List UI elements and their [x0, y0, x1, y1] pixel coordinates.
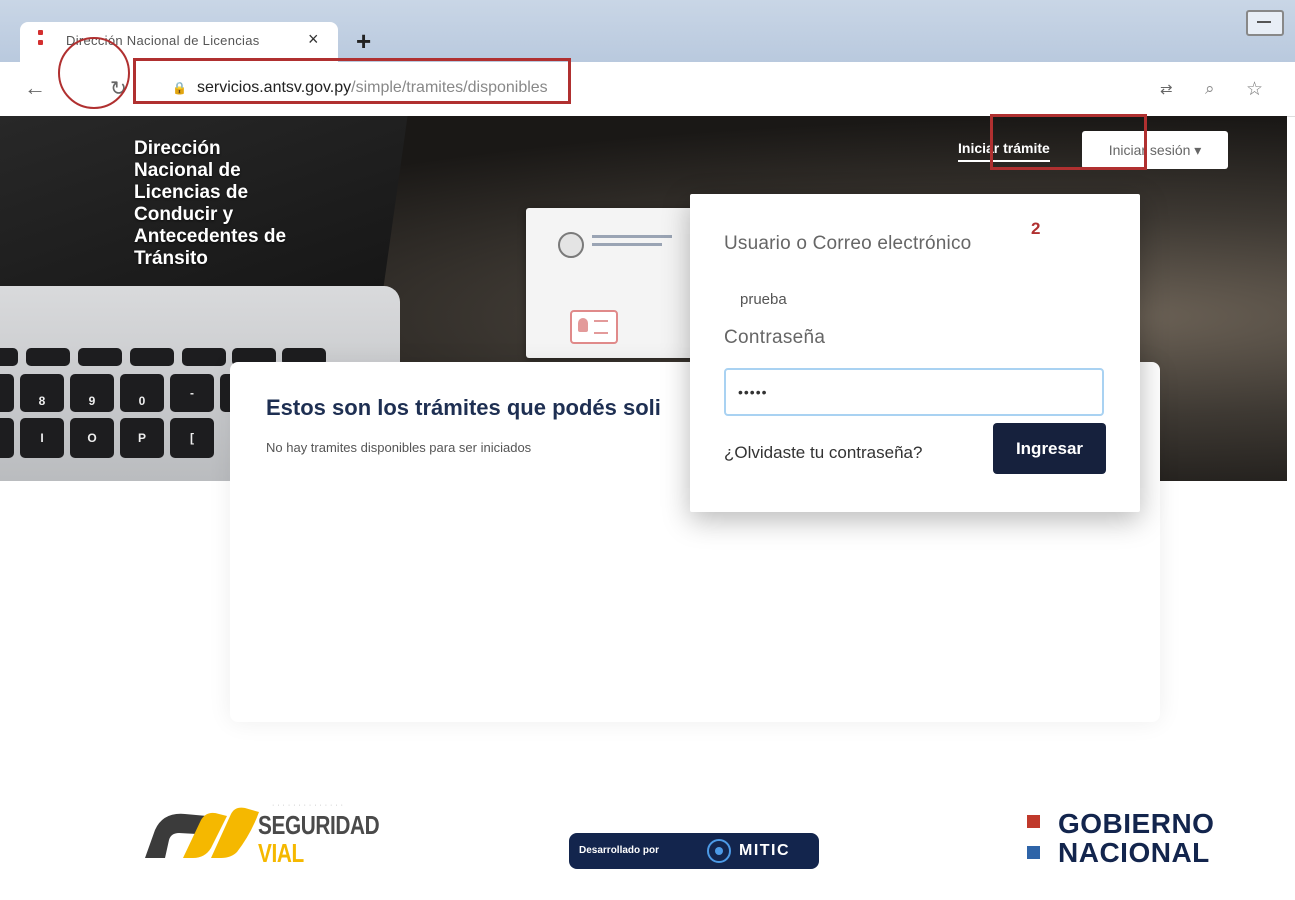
- annotation-nav-box: [990, 114, 1147, 170]
- site-name[interactable]: Dirección Nacional de Licencias de Condu…: [134, 138, 334, 270]
- key: P: [120, 418, 164, 458]
- url-field[interactable]: servicios.antsv.gov.py/simple/tramites/d…: [197, 79, 548, 97]
- translate-icon[interactable]: ⇄: [1160, 80, 1173, 98]
- key: [0, 348, 18, 366]
- new-tab-icon[interactable]: +: [356, 26, 371, 57]
- key: I: [20, 418, 64, 458]
- mitic-badge[interactable]: Desarrollado por MITIC: [569, 833, 819, 869]
- key: [78, 348, 122, 366]
- username-input[interactable]: [724, 283, 1136, 315]
- key: [130, 348, 174, 366]
- seguridad-vial-tagline: · · · · · · · · · · · · · ·: [272, 802, 344, 809]
- url-path: /simple/tramites/disponibles: [351, 79, 548, 96]
- url-host: servicios.antsv.gov.py: [197, 79, 352, 96]
- document-text-lines: [592, 235, 672, 251]
- annotation-step-number: 2: [1031, 219, 1041, 238]
- mitic-prefix: Desarrollado por: [579, 845, 660, 856]
- key: [0, 374, 14, 412]
- password-input[interactable]: [724, 368, 1104, 416]
- mitic-name: MITIC: [739, 842, 791, 859]
- key: [: [170, 418, 214, 458]
- key: [26, 348, 70, 366]
- annotation-circle: [58, 37, 130, 109]
- window-restore-icon[interactable]: [1246, 10, 1284, 36]
- gobierno-red-square-icon: [1027, 815, 1040, 828]
- lock-icon[interactable]: 🔒: [172, 81, 187, 95]
- seal-icon: [558, 232, 584, 258]
- favicon-icon: [38, 30, 44, 50]
- seguridad-vial-word1: SEGURIDAD: [258, 810, 380, 840]
- gobierno-blue-square-icon: [1027, 846, 1040, 859]
- bookmark-star-icon[interactable]: ☆: [1246, 78, 1263, 101]
- key: [182, 348, 226, 366]
- key: 9: [70, 374, 114, 412]
- zoom-icon[interactable]: ⌕: [1205, 79, 1215, 99]
- key: [0, 418, 14, 458]
- key: 0: [120, 374, 164, 412]
- seguridad-vial-word2: VIAL: [258, 838, 304, 868]
- close-tab-icon[interactable]: ×: [308, 29, 319, 50]
- key: 8: [20, 374, 64, 412]
- tramites-title: Estos son los trámites que podés soli: [266, 395, 661, 420]
- id-card-icon: [570, 310, 618, 344]
- tramites-empty-message: No hay tramites disponibles para ser ini…: [266, 440, 532, 455]
- key: -: [170, 374, 214, 412]
- password-label: Contraseña: [724, 327, 826, 348]
- back-arrow-icon[interactable]: ←: [24, 75, 46, 101]
- gobierno-logo-line1: GOBIERNO: [1058, 808, 1215, 839]
- username-label: Usuario o Correo electrónico: [724, 233, 972, 254]
- ingresar-button[interactable]: Ingresar: [993, 423, 1106, 474]
- key: O: [70, 418, 114, 458]
- document-image: [526, 208, 706, 358]
- mitic-logo-icon: [707, 839, 731, 863]
- gobierno-logo-line2: NACIONAL: [1058, 837, 1210, 868]
- forgot-password-link[interactable]: ¿Olvidaste tu contraseña?: [724, 443, 922, 463]
- browser-tabstrip: Dirección Nacional de Licencias × +: [0, 0, 1295, 64]
